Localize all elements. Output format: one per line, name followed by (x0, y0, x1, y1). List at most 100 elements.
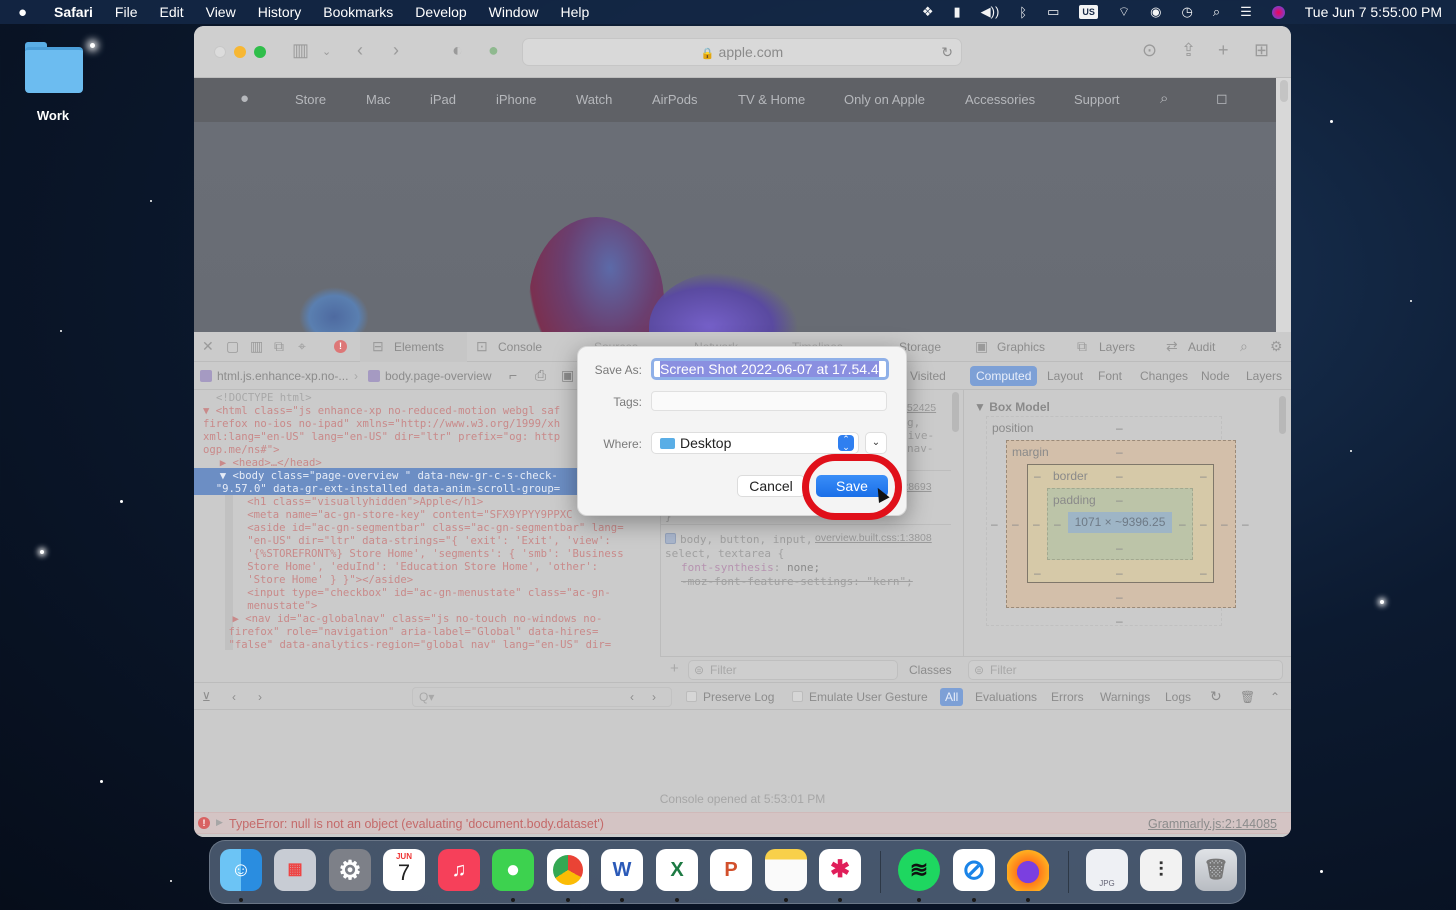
box-value[interactable]: – (1200, 517, 1207, 531)
where-select[interactable]: Desktop ⌃ ⌄ (651, 432, 859, 454)
add-rule-icon[interactable]: + (670, 660, 679, 677)
chevron-down-icon[interactable]: ⌄ (322, 45, 331, 58)
error-source-link[interactable]: Grammarly.js:2:144085 (1148, 817, 1277, 831)
dropbox-icon[interactable]: ❖ (922, 4, 934, 20)
collapse-icon[interactable]: ⌃ (1270, 690, 1280, 704)
print-styles-icon[interactable]: ⎙ (535, 367, 546, 384)
battery-charging-icon[interactable]: ▭ (1047, 4, 1059, 20)
box-value[interactable]: – (991, 517, 998, 531)
style-declaration[interactable]: font-synthesis: none; (681, 561, 820, 574)
dock-firefox[interactable] (1007, 849, 1049, 891)
dom-line-body[interactable]: "9.57.0" data-gr-ext-installed data-anim… (203, 483, 560, 496)
preserve-log-checkbox[interactable]: Preserve Log (686, 690, 774, 704)
dom-line-head[interactable]: ▶ <head>…</head> (207, 457, 322, 470)
back-button[interactable]: ‹ (357, 40, 363, 61)
console-filter-warnings[interactable]: Warnings (1100, 690, 1150, 704)
wifi-icon[interactable]: ⌔ (1118, 4, 1130, 20)
dock-safari[interactable]: ⊘ (953, 849, 995, 891)
console-forward-button[interactable]: › (258, 690, 262, 704)
menu-develop[interactable]: Develop (415, 4, 466, 20)
box-value[interactable]: – (1200, 566, 1207, 580)
menu-bookmarks[interactable]: Bookmarks (323, 4, 393, 20)
style-source-link[interactable]: overview.built.css:1:3808 (815, 532, 932, 544)
console-back-button[interactable]: ‹ (232, 690, 236, 704)
box-value[interactable]: – (1034, 566, 1041, 580)
dom-line[interactable]: <!DOCTYPE html> (216, 392, 312, 405)
dock-notes[interactable] (765, 849, 807, 891)
menu-edit[interactable]: Edit (159, 4, 183, 20)
sidebar-scrollbar[interactable] (1279, 396, 1286, 434)
nav-watch[interactable]: Watch (576, 92, 612, 107)
dock-music[interactable]: ♫ (438, 849, 480, 891)
tab-elements-label[interactable]: Elements (394, 340, 444, 354)
console-filter-evaluations[interactable]: Evaluations (975, 690, 1037, 704)
menu-help[interactable]: Help (560, 4, 589, 20)
nav-support[interactable]: Support (1074, 92, 1120, 107)
error-indicator-icon[interactable]: ! (334, 340, 347, 353)
apple-logo-icon[interactable]: ● (240, 90, 249, 107)
address-bar[interactable]: 🔒 apple.com ↻ (522, 38, 962, 66)
box-value[interactable]: – (1116, 493, 1123, 507)
clear-console-icon[interactable]: 🗑 (1240, 690, 1255, 704)
dom-line[interactable]: <input type="checkbox" id="ac-gn-menusta… (209, 587, 611, 600)
close-inspector-icon[interactable]: ✕ (202, 338, 214, 355)
search-next-button[interactable]: › (652, 690, 656, 704)
style-declaration-overridden[interactable]: -moz-font-feature-settings: "kern"; (681, 575, 913, 588)
style-source-link[interactable]: :52425 (904, 402, 936, 414)
dock-excel[interactable]: X (656, 849, 698, 891)
privacy-shield-icon[interactable]: ◐ (452, 40, 463, 61)
apple-menu-icon[interactable]: ● (18, 4, 34, 21)
nav-ipad[interactable]: iPad (430, 92, 456, 107)
dock-word[interactable]: W (601, 849, 643, 891)
dom-line[interactable]: <aside id="ac-gn-segmentbar" class="ac-g… (209, 522, 623, 535)
dock-finder[interactable]: ☺ (220, 849, 262, 891)
input-source-icon[interactable]: US (1079, 5, 1098, 19)
dock-trash[interactable]: 🗑 (1195, 849, 1237, 891)
search-icon[interactable]: ⌕ (1160, 90, 1168, 107)
window-close-button[interactable] (214, 46, 226, 58)
element-picker-icon[interactable]: ⌖ (298, 338, 306, 355)
menu-window[interactable]: Window (489, 4, 539, 20)
dock-spotify[interactable]: ≋ (898, 849, 940, 891)
siri-icon[interactable] (1271, 5, 1285, 19)
dock-powerpoint[interactable]: P (710, 849, 752, 891)
menu-history[interactable]: History (258, 4, 302, 20)
new-tab-icon[interactable]: + (1218, 40, 1229, 61)
time-machine-icon[interactable]: ◷ (1181, 4, 1192, 20)
box-value[interactable]: – (1116, 614, 1123, 628)
box-value[interactable]: – (1054, 517, 1061, 531)
menu-view[interactable]: View (206, 4, 236, 20)
breadcrumb-html[interactable]: html.js.enhance-xp.no-... (200, 369, 348, 383)
grammarly-extension-icon[interactable]: ● (488, 40, 499, 61)
box-value[interactable]: – (1179, 517, 1186, 531)
nav-only-on-apple[interactable]: Only on Apple (844, 92, 925, 107)
breadcrumb-body[interactable]: body.page-overview (368, 369, 492, 383)
console-filter-logs[interactable]: Logs (1165, 690, 1191, 704)
page-scrollbar[interactable] (1280, 80, 1288, 102)
dock-bottom-icon[interactable]: ▢ (226, 338, 239, 355)
console-filter-errors[interactable]: Errors (1051, 690, 1084, 704)
dock-messages[interactable]: ● (492, 849, 534, 891)
sidebar-tab-changes[interactable]: Changes (1140, 369, 1188, 383)
search-icon[interactable]: ⌕ (1240, 338, 1248, 355)
search-prev-button[interactable]: ‹ (630, 690, 634, 704)
box-value[interactable]: – (1116, 445, 1123, 459)
box-value[interactable]: – (1200, 469, 1207, 483)
menu-clock[interactable]: Tue Jun 7 5:55:00 PM (1305, 4, 1442, 20)
nav-tv-home[interactable]: TV & Home (738, 92, 805, 107)
sidebar-toggle-icon[interactable]: ▥ (292, 40, 309, 61)
menu-app-name[interactable]: Safari (54, 4, 93, 20)
visited-label[interactable]: Visited (910, 369, 946, 383)
sidebar-tab-layers[interactable]: Layers (1246, 369, 1282, 383)
box-value[interactable]: – (1116, 566, 1123, 580)
share-icon[interactable]: ⇪ (1181, 40, 1196, 61)
cancel-button[interactable]: Cancel (737, 475, 805, 497)
box-value[interactable]: – (1034, 469, 1041, 483)
dock-launchpad[interactable]: ▦ (274, 849, 316, 891)
forward-button[interactable]: › (393, 40, 399, 61)
expand-dialog-button[interactable]: ⌄ (865, 432, 887, 454)
layout-overlay-icon[interactable]: ⌐ (509, 367, 517, 383)
dom-line-body[interactable]: ▼ <body class="page-overview " data-new-… (207, 470, 558, 483)
box-value[interactable]: – (1116, 590, 1123, 604)
shopping-bag-icon[interactable]: ◻ (1216, 90, 1228, 107)
